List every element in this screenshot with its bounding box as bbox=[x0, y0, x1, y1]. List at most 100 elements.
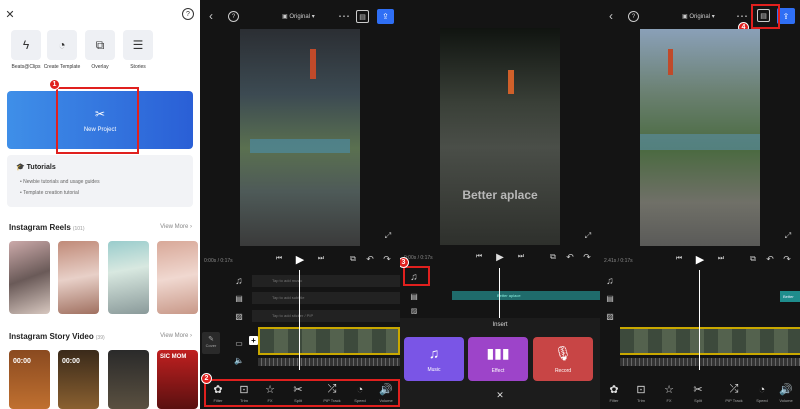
music-track-icon[interactable]: ♫ bbox=[233, 275, 245, 287]
play-icon[interactable]: ▶ bbox=[494, 250, 506, 264]
reels-view-more[interactable]: View More › bbox=[160, 224, 192, 230]
story-thumbnail[interactable]: SIC MOM bbox=[157, 350, 198, 409]
cap-icon: 🎓 bbox=[16, 164, 27, 171]
time-readout: 2.41s / 0:17s bbox=[604, 258, 633, 264]
filter-icon: ✿ bbox=[609, 384, 619, 396]
help-icon[interactable]: ? bbox=[628, 11, 639, 22]
prev-icon[interactable]: ⏮ bbox=[274, 254, 284, 264]
highlight-box-1 bbox=[56, 87, 139, 154]
tutorial-link-2[interactable]: • Template creation tutorial bbox=[20, 190, 79, 196]
editor-save-screen: ‹ ? ▣ Original ▾ ⋯ ▤ ⇪ 4 ⤢ 2.41s / 0:17s… bbox=[600, 0, 800, 409]
volume-track-icon[interactable]: 🔈 bbox=[233, 354, 245, 366]
close-icon[interactable]: ✕ bbox=[4, 8, 16, 21]
keyframe-icon[interactable]: ⧉ bbox=[748, 254, 758, 264]
tool-stories[interactable]: ☰ Stories bbox=[112, 30, 164, 70]
music-track-icon[interactable]: ♫ bbox=[604, 275, 616, 287]
reel-thumbnail[interactable] bbox=[58, 241, 99, 314]
playhead[interactable] bbox=[699, 270, 700, 370]
subtitle-clip[interactable]: Better aplace bbox=[452, 291, 600, 300]
reel-thumbnail[interactable] bbox=[108, 241, 149, 314]
play-icon[interactable]: ▶ bbox=[294, 252, 306, 266]
thumb-text: 00:00 bbox=[62, 358, 80, 365]
highlight-box-3 bbox=[403, 266, 430, 286]
back-chevron-icon[interactable]: ‹ bbox=[205, 9, 217, 23]
ratio-selector[interactable]: ▣ Original ▾ bbox=[682, 13, 715, 20]
highlight-box-4 bbox=[751, 4, 780, 29]
tutorial-link-1[interactable]: • Newbie tutorials and usage guides bbox=[20, 179, 100, 185]
export-button[interactable]: ⇪ bbox=[377, 9, 394, 24]
more-icon[interactable]: ⋯ bbox=[736, 9, 748, 23]
keyframe-icon[interactable]: ⧉ bbox=[348, 254, 358, 264]
subtitle-track-icon[interactable]: ▤ bbox=[407, 290, 421, 302]
ratio-selector[interactable]: ▣ Original ▾ bbox=[282, 13, 315, 20]
trim-tool[interactable]: ⊡ Trim bbox=[627, 383, 655, 403]
video-clip[interactable] bbox=[620, 327, 800, 355]
cover-button[interactable]: ✎ Cover bbox=[202, 332, 220, 354]
story-thumbnail[interactable] bbox=[108, 350, 149, 409]
volume-icon: 🔊 bbox=[779, 384, 793, 396]
step-marker-2: 2 bbox=[201, 373, 212, 384]
insert-music-button[interactable]: ♫ Music bbox=[404, 337, 464, 381]
reels-section-title: Instagram Reels (101) bbox=[9, 223, 85, 232]
tool-label: Stories bbox=[130, 64, 146, 70]
undo-icon[interactable]: ↶ bbox=[365, 254, 375, 264]
fullscreen-icon[interactable]: ⤢ bbox=[783, 231, 793, 241]
reel-thumbnail[interactable] bbox=[157, 241, 198, 314]
editor-screen: ‹ ? ▣ Original ▾ ⋯ ▤ ⇪ ⤢ 0:00s / 0:17s ⏮… bbox=[200, 0, 400, 409]
add-clip-icon[interactable]: + bbox=[249, 336, 258, 345]
back-chevron-icon[interactable]: ‹ bbox=[605, 9, 617, 23]
subtitle-track-icon[interactable]: ▤ bbox=[604, 292, 616, 304]
volume-tool[interactable]: 🔊 Volume bbox=[772, 383, 800, 403]
flag-shape bbox=[310, 49, 316, 79]
playhead[interactable] bbox=[299, 270, 300, 370]
subtitle-clip[interactable]: Better bbox=[780, 291, 800, 302]
sticker-track-icon[interactable]: ▨ bbox=[233, 310, 245, 322]
insert-effect-button[interactable]: ▮▮▮ Effect bbox=[468, 337, 528, 381]
reel-thumbnail[interactable] bbox=[9, 241, 50, 314]
undo-icon[interactable]: ↶ bbox=[765, 254, 775, 264]
next-icon[interactable]: ⏭ bbox=[716, 254, 726, 264]
playhead[interactable] bbox=[499, 268, 500, 318]
redo-icon[interactable]: ↷ bbox=[582, 252, 592, 262]
trim-icon: ⊡ bbox=[636, 384, 646, 396]
fx-tool[interactable]: ☆ FX bbox=[655, 383, 683, 403]
waveform-icon: ▮▮▮ bbox=[486, 345, 510, 361]
pool-shape bbox=[640, 134, 760, 150]
save-icon[interactable]: ▤ bbox=[356, 10, 369, 23]
subtitle-track[interactable]: Tap to add subtitle bbox=[252, 292, 400, 304]
stories-icon: ☰ bbox=[123, 30, 153, 60]
next-icon[interactable]: ⏭ bbox=[316, 254, 326, 264]
play-icon[interactable]: ▶ bbox=[694, 252, 706, 266]
story-view-more[interactable]: View More › bbox=[160, 333, 192, 339]
prev-icon[interactable]: ⏮ bbox=[674, 254, 684, 264]
keyframe-icon[interactable]: ⧉ bbox=[548, 252, 558, 262]
next-icon[interactable]: ⏭ bbox=[516, 252, 526, 262]
split-icon: ✂ bbox=[693, 384, 703, 396]
redo-icon[interactable]: ↷ bbox=[382, 254, 392, 264]
thumb-text: 00:00 bbox=[13, 358, 31, 365]
close-icon[interactable]: ✕ bbox=[493, 389, 507, 401]
filter-tool[interactable]: ✿ Filter bbox=[600, 383, 628, 403]
sticker-track[interactable]: Tap to add sticker / PIP bbox=[252, 310, 400, 322]
more-icon[interactable]: ⋯ bbox=[338, 9, 350, 23]
pip-tool[interactable]: ⤮ PIP Track bbox=[720, 383, 748, 403]
help-icon[interactable]: ? bbox=[182, 8, 194, 20]
fx-icon: ☆ bbox=[664, 384, 674, 396]
split-tool[interactable]: ✂ Split bbox=[684, 383, 712, 403]
tutorials-card[interactable]: 🎓 Tutorials • Newbie tutorials and usage… bbox=[7, 155, 193, 207]
story-thumbnail[interactable]: 00:00 bbox=[9, 350, 50, 409]
video-clip[interactable] bbox=[258, 327, 400, 355]
fullscreen-icon[interactable]: ⤢ bbox=[383, 231, 393, 241]
prev-icon[interactable]: ⏮ bbox=[474, 252, 484, 262]
sticker-track-icon[interactable]: ▨ bbox=[604, 310, 616, 322]
story-thumbnail[interactable]: 00:00 bbox=[58, 350, 99, 409]
subtitle-track-icon[interactable]: ▤ bbox=[233, 292, 245, 304]
sticker-track-icon[interactable]: ▨ bbox=[407, 306, 421, 316]
fullscreen-icon[interactable]: ⤢ bbox=[583, 231, 593, 241]
undo-icon[interactable]: ↶ bbox=[565, 252, 575, 262]
insert-record-button[interactable]: 🎙 Record bbox=[533, 337, 593, 381]
help-icon[interactable]: ? bbox=[228, 11, 239, 22]
music-track[interactable]: Tap to add music bbox=[252, 275, 400, 287]
home-screen: ✕ ? ϟ Beats@Clips ◔ Create Template ⧉ Ov… bbox=[0, 0, 200, 409]
redo-icon[interactable]: ↷ bbox=[782, 254, 792, 264]
